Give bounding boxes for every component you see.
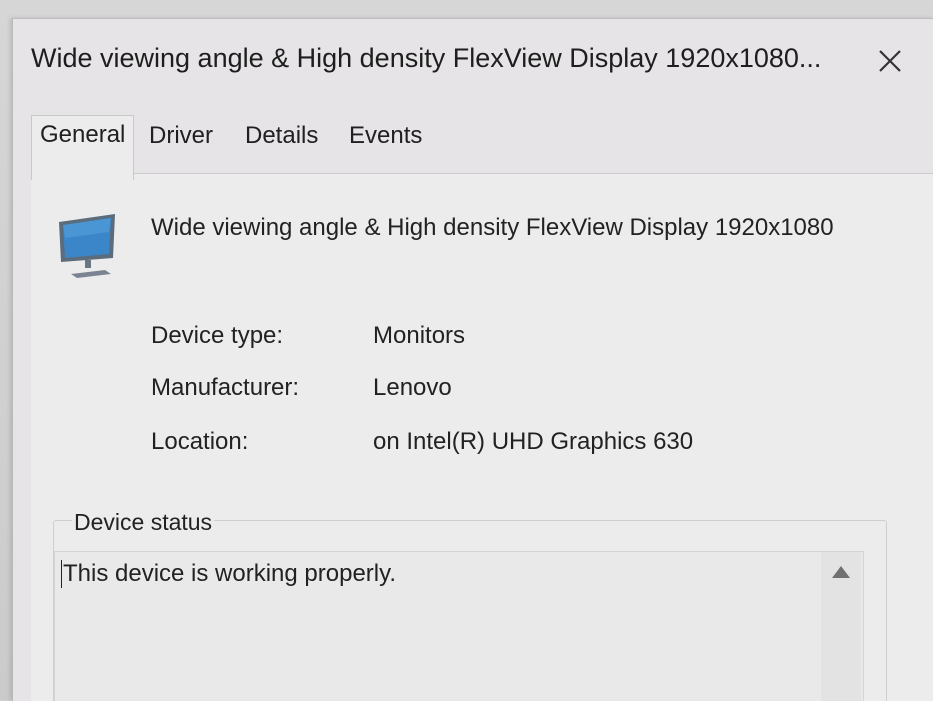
manufacturer-value: Lenovo bbox=[373, 374, 452, 401]
tab-details[interactable]: Details bbox=[237, 117, 326, 175]
device-status-textbox[interactable]: This device is working properly. bbox=[54, 551, 864, 701]
device-name: Wide viewing angle & High density FlexVi… bbox=[151, 214, 834, 241]
device-type-value: Monitors bbox=[373, 322, 466, 349]
title-bar: Wide viewing angle & High density FlexVi… bbox=[13, 19, 933, 105]
device-status-legend: Device status bbox=[72, 509, 215, 536]
window-title: Wide viewing angle & High density FlexVi… bbox=[31, 43, 822, 73]
tab-strip: General Driver Details Events bbox=[31, 115, 911, 180]
tab-general[interactable]: General bbox=[31, 115, 135, 180]
tab-events[interactable]: Events bbox=[341, 117, 430, 175]
general-panel: Wide viewing angle & High density FlexVi… bbox=[31, 173, 933, 701]
close-button[interactable] bbox=[865, 41, 915, 81]
properties-dialog: Wide viewing angle & High density FlexVi… bbox=[12, 18, 933, 701]
device-status-text: This device is working properly. bbox=[63, 560, 397, 587]
device-type-label: Device type: bbox=[151, 322, 284, 349]
text-caret bbox=[61, 560, 62, 588]
location-value: on Intel(R) UHD Graphics 630 bbox=[373, 428, 694, 455]
tab-driver[interactable]: Driver bbox=[141, 117, 221, 175]
device-status-group: Device status This device is working pro… bbox=[53, 509, 887, 701]
close-icon bbox=[879, 50, 901, 72]
triangle-up-icon bbox=[832, 566, 850, 578]
monitor-icon bbox=[55, 212, 125, 282]
manufacturer-label: Manufacturer: bbox=[151, 374, 300, 401]
location-label: Location: bbox=[151, 428, 249, 455]
scroll-up-button[interactable] bbox=[831, 564, 851, 580]
status-scrollbar[interactable] bbox=[821, 552, 861, 701]
